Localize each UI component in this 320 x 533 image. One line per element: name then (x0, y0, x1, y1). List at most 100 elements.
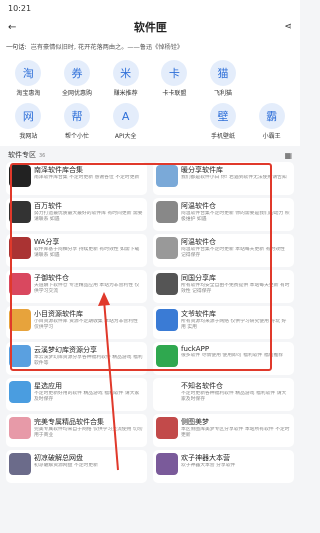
card-name: 暖分享软件库 (181, 166, 223, 174)
grid-toggle-icon[interactable]: ▦ (284, 151, 292, 160)
shortcut-2[interactable]: 米赚米推荐 (101, 60, 150, 99)
software-card[interactable]: 暖分享软件库 我们都是软件小白 你! 若遇到软件无法使用请告知 (153, 162, 294, 195)
shortcut-label: 淘宝惠淘 (16, 90, 41, 97)
api-icon: A (112, 103, 139, 129)
card-name: 同国分享库 (181, 274, 216, 282)
avatar (9, 381, 31, 403)
avatar (9, 309, 31, 331)
help-icon: 帮 (63, 103, 90, 129)
shortcut-label: 小霸王 (262, 133, 281, 140)
card-name: 文爷软件库 (181, 310, 216, 318)
card-desc: 本云溪梦幻库资源分享各种福利软件 精品游戏 福利软件等 (34, 355, 143, 366)
section-count: 36 (39, 153, 46, 159)
cat-icon: 猫 (209, 60, 236, 86)
shortcut-label: 全网优惠购 (61, 90, 92, 97)
share-icon[interactable]: ⋖ (284, 22, 292, 32)
shortcut-label: 帮个小忙 (64, 133, 89, 140)
software-card[interactable]: 不知名软件仓 不定时更新各种福利软件 精品游戏 福利软件 请大家及时保存 (153, 378, 294, 411)
avatar (9, 453, 31, 475)
game-icon: 霸 (258, 103, 285, 129)
avatar (156, 381, 178, 403)
shortcut-1[interactable]: 券全网优惠购 (53, 60, 102, 99)
card-name: 百万软件 (34, 202, 62, 210)
avatar (156, 417, 178, 439)
software-card[interactable]: 南泽软件库合集 南泽软件库合集 不定时更新 感谢各位 不定时更新 (6, 162, 147, 195)
card-desc: 所有资源均来源于网络 仅供学习研究使用 好玩 好用 实用 (181, 319, 287, 330)
software-card[interactable]: 侧图美梦 本区侧图库美梦专区分享软件 本站所有软件 不定时更新 (153, 414, 294, 447)
avatar (156, 345, 178, 367)
card-desc: 努力打造最优质最大最好的软件库 有时间更新 需要请联系 如遇 (34, 211, 143, 222)
shortcut-label: 赚米推荐 (113, 90, 138, 97)
shortcut-label: API大全 (114, 133, 137, 140)
back-icon[interactable]: ← (8, 22, 16, 33)
notice-text: 岂有豪情似旧时, 花开花落两由之。——鲁迅《悼杨铨》 (30, 43, 184, 51)
software-card[interactable]: 初凉破解总网盘 初凉破解资源网盘 不定时更新 (6, 450, 147, 483)
shortcut-6[interactable]: 网我网站 (4, 103, 53, 142)
wallpaper-icon: 壁 (209, 103, 236, 129)
card-name: 侧图美梦 (181, 418, 209, 426)
card-desc: 欢子神器大本营 分享软件 (181, 463, 236, 468)
app-header: ← 软件匣 ⋖ (0, 16, 300, 38)
software-card[interactable]: 星选应用 不定时更新好用的软件 精品游戏 福利软件 请大家及时保存 (6, 378, 147, 411)
coupon-icon: 券 (63, 60, 90, 86)
shortcut-7[interactable]: 帮帮个小忙 (53, 103, 102, 142)
coin-icon: 米 (112, 60, 139, 86)
software-card[interactable]: 子御软件仓 天道酬下软件仓 专注精品应用 本站为非营利性 仅供学习交流 (6, 270, 147, 303)
shortcut-8[interactable]: A API大全 (101, 103, 150, 142)
shortcut-9 (150, 103, 199, 142)
shortcut-label: 我网站 (19, 133, 38, 140)
card-name: 初凉破解总网盘 (34, 454, 83, 462)
software-card[interactable]: 同国分享库 所有软件均安全自由不免费提供 本站每天更新 有时效性 记得保存 (153, 270, 294, 303)
avatar (9, 165, 31, 187)
card-desc: 我们都是软件小白 你! 若遇到软件无法使用请告知 (181, 175, 287, 180)
section-header: 软件专区 36 ▦ (0, 148, 300, 162)
avatar (156, 273, 178, 295)
software-card[interactable]: WA分享 软件库基于阿柚分享 持续更新 有时效性 如需下载请联系 如遇 (6, 234, 147, 267)
shortcut-4[interactable]: 猫飞利猫 (199, 60, 248, 99)
card-name: 不知名软件仓 (181, 382, 223, 390)
card-desc: 初凉破解资源网盘 不定时更新 (34, 463, 98, 468)
card-desc: 不定时更新各种福利软件 精品游戏 福利软件 请大家及时保存 (181, 391, 287, 402)
card-desc: 天道酬下软件仓 专注精品应用 本站为非营利性 仅供学习交流 (34, 283, 140, 294)
avatar (156, 237, 178, 259)
card-desc: 所有软件均安全自由不免费提供 本站每天更新 有时效性 记得保存 (181, 283, 290, 294)
shortcut-label: 飞利猫 (213, 90, 232, 97)
card-desc: 本区侧图库美梦专区分享软件 本站所有软件 不定时更新 (181, 427, 290, 438)
card-name: 星选应用 (34, 382, 62, 390)
avatar (9, 237, 31, 259)
card-icon: 卡 (161, 60, 188, 86)
software-card[interactable]: 云溪梦幻库资源分享 本云溪梦幻库资源分享各种福利软件 精品游戏 福利软件等 (6, 342, 147, 375)
card-name: WA分享 (34, 238, 60, 246)
avatar (9, 201, 31, 223)
avatar (9, 417, 31, 439)
shortcut-5 (247, 60, 296, 99)
card-name: 欢子神器大本营 (181, 454, 230, 462)
web-icon: 网 (15, 103, 42, 129)
software-card[interactable]: 完美专属精品软件合集 完美专属软件均来自于网络 仅供学习交流使用 切勿用于商业 (6, 414, 147, 447)
status-bar: 10:21 (0, 0, 300, 16)
page-title: 软件匣 (133, 21, 167, 34)
software-card[interactable]: 百万软件 努力打造最优质最大最好的软件库 有时间更新 需要请联系 如遇 (6, 198, 147, 231)
card-desc: 阿温软件合集不定时更新 你的需要是我们的动力 积极维护 如遇 (181, 211, 290, 222)
avatar (156, 309, 178, 331)
shortcut-label: 卡卡联盟 (162, 90, 187, 97)
shortcut-11[interactable]: 霸小霸王 (247, 103, 296, 142)
shortcut-grid: 淘淘宝惠淘券全网优惠购米赚米推荐卡卡卡联盟猫飞利猫网我网站帮帮个小忙 A API大全… (0, 54, 300, 146)
software-card[interactable]: fuckAPP 很多软件 尽情使用 使用即可 福利软件 福利推荐 (153, 342, 294, 375)
avatar (9, 345, 31, 367)
card-name: 南泽软件库合集 (34, 166, 83, 174)
software-card[interactable]: 欢子神器大本营 欢子神器大本营 分享软件 (153, 450, 294, 483)
software-card[interactable]: 文爷软件库 所有资源均来源于网络 仅供学习研究使用 好玩 好用 实用 (153, 306, 294, 339)
software-card[interactable]: 阿温软件仓 阿温软件合集不定时更新 你的需要是我们的动力 积极维护 如遇 (153, 198, 294, 231)
shortcut-3[interactable]: 卡卡卡联盟 (150, 60, 199, 99)
avatar (156, 453, 178, 475)
card-name: fuckAPP (181, 345, 210, 353)
shortcut-0[interactable]: 淘淘宝惠淘 (4, 60, 53, 99)
shortcut-10[interactable]: 壁手机壁纸 (199, 103, 248, 142)
card-desc: 南泽软件库合集 不定时更新 感谢各位 不定时更新 (34, 175, 140, 180)
card-name: 阿温软件仓 (181, 202, 216, 210)
shortcut-label: 手机壁纸 (210, 133, 235, 140)
software-card[interactable]: 小目资源软件库 小目资源软件库 资源不定期收集 本站为非营利性 仅供学习 (6, 306, 147, 339)
software-card[interactable]: 阿温软件仓 阿温软件合集不定时更新 本站每天更新 有时效性 记得保存 (153, 234, 294, 267)
card-name: 阿温软件仓 (181, 238, 216, 246)
